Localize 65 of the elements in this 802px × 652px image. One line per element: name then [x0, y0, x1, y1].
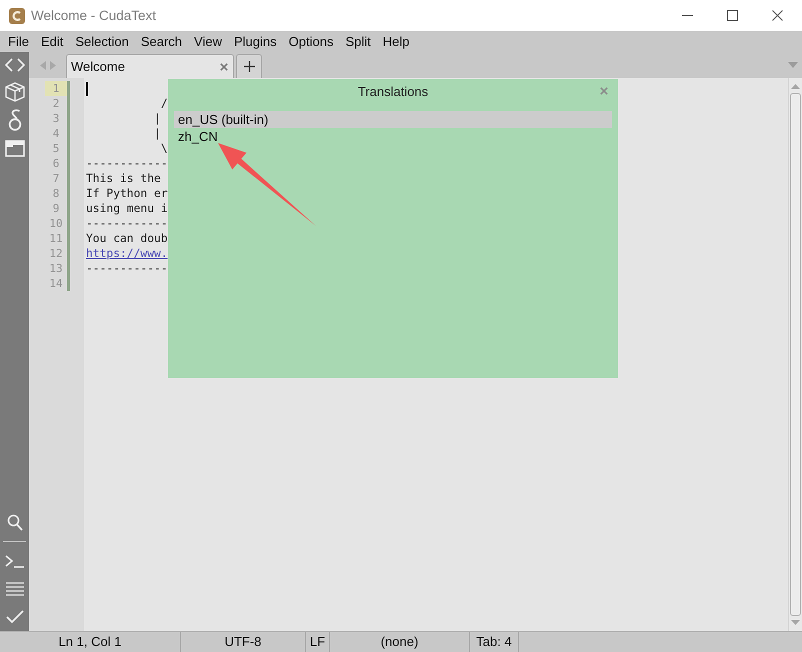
- code-line: /: [160, 97, 168, 110]
- check-icon[interactable]: [6, 610, 24, 624]
- code-line: |: [154, 112, 161, 125]
- list-item[interactable]: zh_CN: [174, 128, 612, 145]
- close-icon[interactable]: [220, 62, 228, 70]
- dialog-title: Translations: [358, 84, 428, 98]
- text-cursor: [86, 82, 88, 96]
- menu-item[interactable]: Selection: [69, 31, 135, 52]
- plus-icon: [244, 61, 254, 72]
- line-number: 12: [48, 246, 64, 261]
- delta-icon[interactable]: [8, 109, 22, 131]
- line-number: 10: [48, 216, 64, 231]
- code-line: |: [154, 127, 161, 140]
- line-number: 9: [52, 201, 60, 216]
- status-cell: UTF-8: [181, 632, 306, 652]
- code-line: If Python er: [86, 187, 168, 200]
- line-number: 1: [45, 81, 67, 96]
- tab[interactable]: Welcome: [66, 54, 234, 78]
- menu-item[interactable]: View: [188, 31, 228, 52]
- scrollbar-thumb[interactable]: [790, 93, 801, 616]
- line-number: 6: [52, 156, 60, 171]
- search-icon[interactable]: [6, 514, 22, 530]
- line-number: 14: [48, 276, 64, 291]
- code-line: using menu i: [86, 202, 168, 215]
- menu-item[interactable]: Search: [134, 31, 188, 52]
- code-line: ------------: [86, 157, 168, 170]
- vertical-scrollbar[interactable]: [788, 78, 802, 631]
- line-number: 5: [52, 141, 60, 156]
- menu-item[interactable]: Help: [376, 31, 416, 52]
- status-cell: Ln 1, Col 1: [0, 632, 181, 652]
- code-icon[interactable]: [4, 58, 24, 72]
- terminal-icon[interactable]: [4, 554, 24, 568]
- down-arrow-icon[interactable]: [791, 620, 800, 625]
- minimize-icon[interactable]: [682, 14, 693, 17]
- menu-item[interactable]: Split: [339, 31, 377, 52]
- code-line: You can doub: [86, 232, 168, 245]
- status-cell: (none): [330, 632, 470, 652]
- code-line: This is the: [86, 172, 161, 185]
- status-cell: Tab: 4: [470, 632, 519, 652]
- code-line: ------------: [86, 262, 168, 275]
- status-cell: LF: [306, 632, 330, 652]
- panel-icon[interactable]: [4, 140, 24, 156]
- line-number: 4: [52, 126, 60, 141]
- window-title: Welcome - CudaText: [31, 8, 156, 23]
- code-line: ------------: [86, 217, 168, 230]
- line-number: 3: [52, 111, 60, 126]
- new-tab-button[interactable]: [236, 54, 262, 78]
- menu-item[interactable]: Edit: [34, 31, 70, 52]
- cube-icon[interactable]: [4, 82, 24, 102]
- menu-item[interactable]: Plugins: [228, 31, 283, 52]
- up-arrow-icon[interactable]: [791, 84, 800, 89]
- line-number: 2: [52, 96, 60, 111]
- line-number: 13: [48, 261, 64, 276]
- line-number: 11: [48, 231, 64, 246]
- menu-item[interactable]: Options: [282, 31, 340, 52]
- app-logo-icon: [9, 8, 25, 24]
- line-number: 8: [52, 186, 60, 201]
- code-line: \: [160, 142, 168, 155]
- menu-item[interactable]: File: [2, 31, 35, 52]
- list-icon[interactable]: [4, 582, 24, 596]
- line-number: 7: [52, 171, 60, 186]
- maximize-icon[interactable]: [727, 10, 738, 21]
- link[interactable]: https://www.: [86, 247, 168, 260]
- close-icon[interactable]: [772, 10, 783, 21]
- list-item[interactable]: en_US (built-in): [174, 111, 612, 128]
